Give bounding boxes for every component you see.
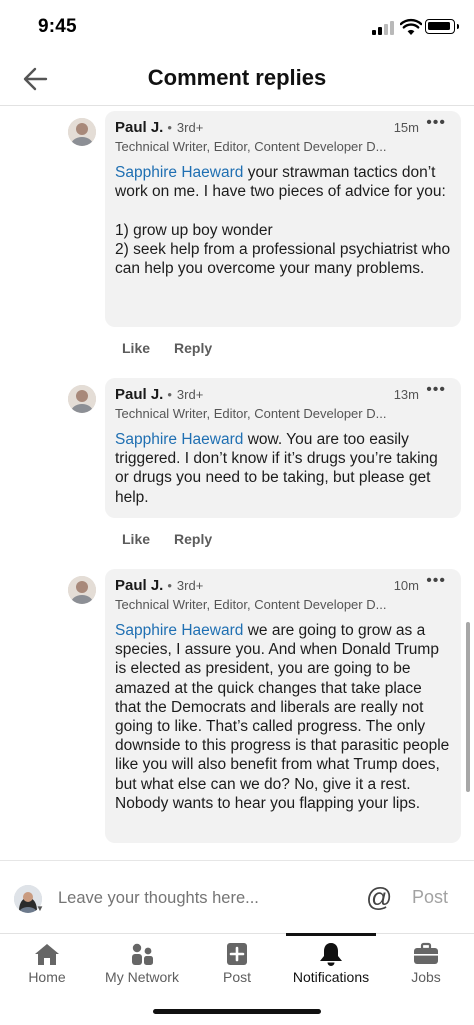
comment-timestamp: 15m	[393, 120, 419, 135]
author-headline: Technical Writer, Editor, Content Develo…	[115, 406, 387, 421]
connection-degree: 3rd+	[167, 120, 203, 135]
comment-composer: ▼ @ Post	[0, 860, 474, 933]
author-name[interactable]: Paul J.	[115, 386, 163, 403]
connection-degree: 3rd+	[167, 578, 203, 593]
author-name[interactable]: Paul J.	[115, 119, 163, 136]
more-options-icon[interactable]: •••	[426, 114, 446, 132]
post-icon	[227, 943, 247, 965]
avatar[interactable]	[68, 118, 96, 146]
briefcase-icon	[414, 942, 438, 964]
author-headline: Technical Writer, Editor, Content Develo…	[115, 597, 387, 612]
header: Comment replies	[0, 56, 474, 106]
comment-text: Sapphire Haeward your strawman tactics d…	[115, 163, 451, 278]
scrollbar[interactable]	[466, 622, 470, 792]
tab-label: Post	[222, 969, 251, 985]
wifi-icon	[400, 18, 422, 35]
post-button[interactable]: Post	[412, 887, 448, 908]
tab-jobs[interactable]: Jobs	[379, 934, 473, 994]
tab-label: Home	[28, 969, 66, 985]
comment-input[interactable]	[58, 889, 348, 908]
tab-post[interactable]: Post	[190, 934, 284, 994]
tab-label: My Network	[105, 969, 179, 985]
status-bar: 9:45	[0, 0, 474, 56]
mention-button[interactable]: @	[366, 882, 392, 913]
comment-text: Sapphire Haeward wow. You are too easily…	[115, 430, 451, 507]
comment-bubble: Paul J. 3rd+ 13m ••• Technical Writer, Ed…	[105, 378, 461, 518]
tab-label: Jobs	[411, 969, 441, 985]
chevron-down-icon[interactable]: ▼	[36, 904, 44, 913]
tab-notifications[interactable]: Notifications	[284, 934, 378, 994]
avatar[interactable]	[68, 385, 96, 413]
mention-link[interactable]: Sapphire Haeward	[115, 164, 243, 181]
mention-link[interactable]: Sapphire Haeward	[115, 431, 243, 448]
status-time: 9:45	[38, 16, 77, 37]
author-headline: Technical Writer, Editor, Content Develo…	[115, 139, 387, 154]
more-options-icon[interactable]: •••	[426, 572, 446, 590]
home-icon	[35, 944, 59, 965]
bell-icon	[320, 943, 342, 966]
mention-link[interactable]: Sapphire Haeward	[115, 622, 243, 639]
author-name[interactable]: Paul J.	[115, 577, 163, 594]
connection-degree: 3rd+	[167, 387, 203, 402]
reply-button[interactable]: Reply	[174, 340, 212, 356]
page-title: Comment replies	[147, 65, 327, 90]
battery-icon	[425, 19, 459, 34]
cellular-signal-icon	[372, 21, 396, 35]
tab-home[interactable]: Home	[0, 934, 94, 994]
tab-my-network[interactable]: My Network	[95, 934, 189, 994]
comment-actions: Like Reply	[122, 340, 212, 356]
like-button[interactable]: Like	[122, 340, 150, 356]
avatar[interactable]	[68, 576, 96, 604]
home-indicator[interactable]	[153, 1009, 321, 1014]
more-options-icon[interactable]: •••	[426, 381, 446, 399]
comment-bubble: Paul J. 3rd+ 10m ••• Technical Writer, Ed…	[105, 569, 461, 843]
network-icon	[132, 943, 153, 965]
like-button[interactable]: Like	[122, 531, 150, 547]
comment-actions: Like Reply	[122, 531, 212, 547]
comment-timestamp: 10m	[393, 578, 419, 593]
comment-text: Sapphire Haeward we are going to grow as…	[115, 621, 451, 813]
tab-label: Notifications	[292, 969, 370, 985]
comment-bubble: Paul J. 3rd+ 15m ••• Technical Writer, Ed…	[105, 111, 461, 327]
comment-body: we are going to grow as a species, I ass…	[115, 622, 454, 812]
reply-button[interactable]: Reply	[174, 531, 212, 547]
comment-timestamp: 13m	[393, 387, 419, 402]
